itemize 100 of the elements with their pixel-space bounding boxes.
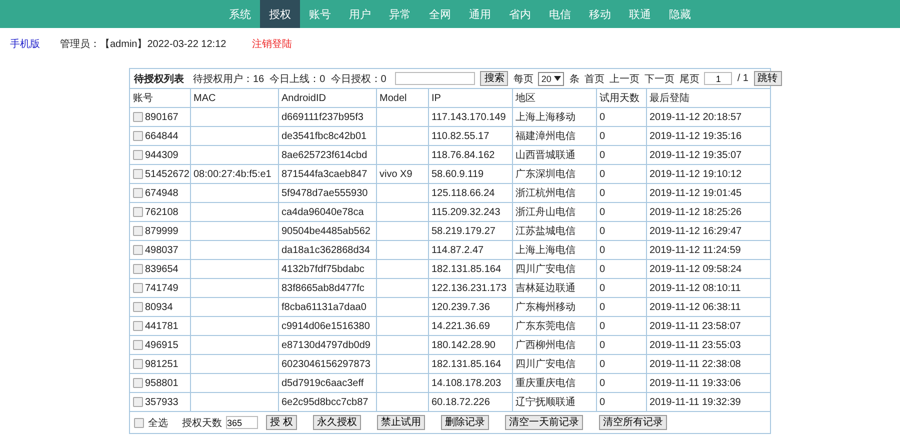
- action-button[interactable]: 清空一天前记录: [504, 415, 583, 430]
- last-page-link[interactable]: 尾页: [679, 72, 700, 86]
- table-cell: 498037: [145, 244, 178, 256]
- select-all-label: 全选: [148, 416, 168, 430]
- table-cell: 0: [600, 358, 606, 370]
- column-header: 地区: [512, 89, 596, 108]
- prev-page-link[interactable]: 上一页: [609, 72, 640, 86]
- table-cell: 重庆重庆电信: [516, 378, 576, 389]
- page-total: / 1: [737, 73, 748, 84]
- table-cell: 114.87.2.47: [432, 244, 484, 256]
- table-cell: 83f8665ab8d477fc: [282, 282, 364, 294]
- table-cell: 6023046156297873: [282, 358, 370, 370]
- days-field[interactable]: 365: [226, 416, 258, 429]
- table-cell: 60.18.72.226: [432, 396, 490, 408]
- table-cell: 0: [600, 320, 606, 332]
- table-cell: c9914d06e1516380: [282, 320, 370, 332]
- table-cell: ca4da96040e78ca: [282, 206, 364, 218]
- table-cell: de3541fbc8c42b01: [282, 130, 367, 142]
- admin-info: 管理员：【admin】2022-03-22 12:12: [60, 38, 226, 51]
- per-page-select[interactable]: 20: [538, 72, 564, 86]
- page-field[interactable]: 1: [704, 72, 732, 85]
- logout-link[interactable]: 注销登陆: [252, 37, 292, 51]
- table-cell: 0: [600, 378, 606, 388]
- table-cell: 8ae625723f614cbd: [282, 150, 368, 160]
- stats-text: 待授权用户：16 今日上线：0 今日授权：0: [193, 72, 386, 86]
- jump-button[interactable]: 跳转: [754, 71, 782, 86]
- mobile-link[interactable]: 手机版: [10, 37, 40, 51]
- column-header: Model: [376, 89, 428, 108]
- table-cell: 14.221.36.69: [432, 320, 490, 332]
- next-page-link[interactable]: 下一页: [644, 72, 674, 86]
- table-cell: 5f9478d7ae555930: [282, 188, 368, 198]
- action-button[interactable]: 禁止试用: [376, 415, 425, 430]
- table-cell: 0: [600, 396, 606, 408]
- table-cell: 180.142.28.90: [432, 340, 496, 350]
- table-cell: 0: [600, 340, 606, 350]
- table-cell: 674948: [145, 188, 178, 198]
- table-cell: 2019-11-12 19:01:45: [650, 188, 742, 198]
- table-cell: 58.219.179.27: [432, 226, 496, 236]
- table-cell: 741749: [145, 282, 178, 294]
- table-cell: 762108: [145, 206, 178, 218]
- table-cell: 182.131.85.164: [432, 358, 502, 370]
- table-cell: 4132b7fdf75bdabc: [282, 264, 364, 274]
- table-cell: 2019-11-12 06:38:11: [650, 302, 741, 312]
- search-button[interactable]: 搜索: [480, 71, 508, 86]
- table-cell: 122.136.231.173: [432, 282, 507, 294]
- table-cell: 吉林延边联通: [516, 283, 576, 294]
- table-cell: 0: [600, 168, 606, 180]
- table-cell: 0: [600, 282, 606, 294]
- table-cell: 浙江杭州电信: [516, 188, 576, 199]
- column-header: 试用天数: [596, 89, 646, 108]
- table-cell: 2019-11-11 23:55:03: [650, 340, 741, 350]
- table-cell: e87130d4797db0d9: [282, 340, 370, 350]
- table-cell: 51452672: [145, 168, 190, 180]
- table-cell: 120.239.7.36: [432, 302, 490, 312]
- action-button[interactable]: 清空所有记录: [598, 415, 667, 430]
- table-cell: 80934: [145, 302, 173, 312]
- table-cell: 0: [600, 150, 606, 160]
- table-cell: 江苏盐城电信: [516, 226, 576, 237]
- table-cell: 08:00:27:4b:f5:e1: [194, 168, 272, 180]
- list-title: 待授权列表: [134, 72, 184, 86]
- table-cell: 2019-11-12 09:58:24: [650, 264, 742, 274]
- table-cell: 2019-11-11 23:58:07: [650, 320, 741, 332]
- table-cell: 2019-11-12 19:10:12: [650, 168, 742, 180]
- table-cell: 879999: [145, 226, 178, 236]
- table-cell: 2019-11-12 19:35:07: [650, 150, 742, 160]
- table-cell: 357933: [145, 396, 178, 408]
- action-button[interactable]: 删除记录: [440, 415, 489, 430]
- table-cell: 6e2c95d8bcc7cb87: [282, 396, 368, 408]
- table-cell: 664844: [145, 130, 178, 142]
- table-cell: 0: [600, 130, 606, 142]
- table-cell: 2019-11-12 18:25:26: [650, 206, 742, 218]
- table-cell: 0: [600, 302, 606, 312]
- nav-tab[interactable]: 授权: [260, 0, 300, 28]
- table-cell: 福建漳州电信: [516, 131, 576, 142]
- action-button[interactable]: 永久授权: [312, 415, 361, 430]
- table-cell: 上海上海电信: [516, 245, 576, 256]
- table-cell: 2019-11-12 11:24:59: [650, 244, 741, 256]
- days-label: 授权天数: [182, 416, 222, 430]
- table-cell: 0: [600, 188, 606, 198]
- column-header: MAC: [190, 89, 278, 108]
- table-cell: 0: [600, 244, 606, 256]
- table-cell: 广西柳州电信: [516, 340, 576, 351]
- table-cell: 广东深圳电信: [516, 169, 576, 180]
- table-cell: 山西晋城联通: [516, 150, 576, 161]
- table-cell: 0: [600, 226, 606, 236]
- table-cell: 0: [600, 112, 606, 122]
- column-header: 账号: [130, 89, 190, 108]
- table-cell: 2019-11-11 19:32:39: [650, 396, 741, 408]
- table-cell: f8cba61131a7daa0: [282, 302, 366, 312]
- table-cell: 辽宁抚顺联通: [516, 397, 576, 408]
- table-cell: 广东东莞电信: [516, 321, 576, 332]
- table-cell: 182.131.85.164: [432, 264, 502, 274]
- action-button[interactable]: 授 权: [266, 415, 297, 430]
- first-page-link[interactable]: 首页: [584, 72, 604, 86]
- table-cell: 981251: [145, 358, 178, 370]
- table-cell: 58.60.9.119: [432, 168, 484, 180]
- table-cell: 890167: [145, 112, 178, 122]
- table-cell: 2019-11-12 20:18:57: [650, 112, 742, 122]
- table-cell: 496915: [145, 340, 178, 350]
- table-cell: 958801: [145, 378, 178, 388]
